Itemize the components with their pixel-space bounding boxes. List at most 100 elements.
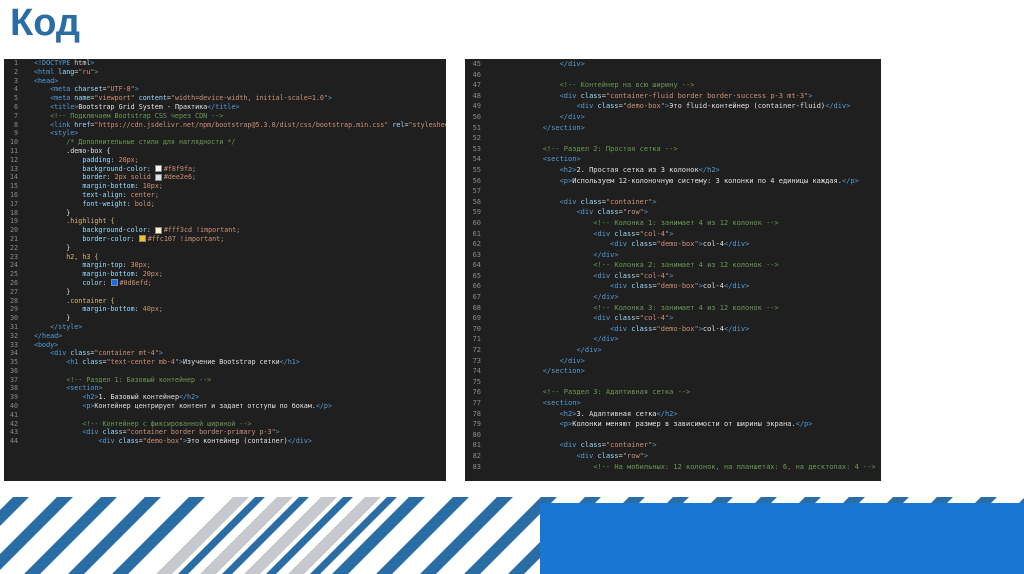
code-line[interactable]: 27 } xyxy=(4,288,446,297)
code-line[interactable]: 49 <div class="demo-box">Это fluid-конте… xyxy=(465,101,881,112)
line-number: 64 xyxy=(472,261,481,270)
code-line[interactable]: 28 .container { xyxy=(4,297,446,306)
code-line[interactable]: 80 xyxy=(465,430,881,441)
code-line[interactable]: 55 <h2>2. Простая сетка из 3 колонок</h2… xyxy=(465,165,881,176)
code-line[interactable]: 35 <h1 class="text-center mb-4">Изучение… xyxy=(4,358,446,367)
code-line[interactable]: 50 </div> xyxy=(465,112,881,123)
code-line[interactable]: 38 <section> xyxy=(4,384,446,393)
code-line[interactable]: 11 .demo-box { xyxy=(4,147,446,156)
code-line[interactable]: 16 text-align: center; xyxy=(4,191,446,200)
code-editor-right[interactable]: 45 </div> 46 47 <!-- Контейнер на всю шири… xyxy=(465,59,881,481)
code-line[interactable]: 40 <p>Контейнер центрирует контент и зад… xyxy=(4,402,446,411)
line-number: 8 xyxy=(13,120,18,129)
code-line[interactable]: 67 </div> xyxy=(465,292,881,303)
code-line[interactable]: 74 </section> xyxy=(465,366,881,377)
code-editor-left[interactable]: 1 <!DOCTYPE html> 2 <html lang="ru"> 3 <head>… xyxy=(4,59,446,481)
code-line[interactable]: 39 <h2>1. Базовый контейнер</h2> xyxy=(4,393,446,402)
line-number: 28 xyxy=(9,296,18,305)
code-text: <head> xyxy=(34,76,59,85)
code-line[interactable]: 23 h2, h3 { xyxy=(4,253,446,262)
code-line[interactable]: 69 <div class="col-4"> xyxy=(465,313,881,324)
code-text: <div class="col-4"> xyxy=(593,314,674,323)
code-line[interactable]: 33 <body> xyxy=(4,341,446,350)
code-line[interactable]: 82 <div class="row"> xyxy=(465,451,881,462)
code-line[interactable]: 10 /* Дополнительные стили для нагляднос… xyxy=(4,138,446,147)
code-line[interactable]: 42 <!-- Контейнер с фиксированной ширино… xyxy=(4,420,446,429)
code-line[interactable]: 21 border-color: #ffc107 !important; xyxy=(4,235,446,244)
code-line[interactable]: 41 xyxy=(4,411,446,420)
code-line[interactable]: 47 <!-- Контейнер на всю ширину --> xyxy=(465,80,881,91)
line-number: 52 xyxy=(472,134,481,143)
code-text: font-weight: bold; xyxy=(82,199,155,208)
code-line[interactable]: 68 <!-- Колонка 3: занимает 4 из 12 коло… xyxy=(465,303,881,314)
code-line[interactable]: 44 <div class="demo-box">Это контейнер (… xyxy=(4,437,446,446)
code-line[interactable]: 56 <p>Используем 12-колоночную систему: … xyxy=(465,176,881,187)
code-line[interactable]: 73 </div> xyxy=(465,356,881,367)
code-line[interactable]: 31 </style> xyxy=(4,323,446,332)
code-line[interactable]: 64 <!-- Колонка 2: занимает 4 из 12 коло… xyxy=(465,260,881,271)
code-line[interactable]: 2 <html lang="ru"> xyxy=(4,68,446,77)
code-line[interactable]: 83 <!-- На мобильных: 12 колонок, на пла… xyxy=(465,462,881,473)
code-line[interactable]: 18 } xyxy=(4,209,446,218)
code-line[interactable]: 59 <div class="row"> xyxy=(465,207,881,218)
code-line[interactable]: 29 margin-bottom: 40px; xyxy=(4,305,446,314)
code-line[interactable]: 15 margin-bottom: 10px; xyxy=(4,182,446,191)
code-line[interactable]: 6 <title>Bootstrap Grid System - Практик… xyxy=(4,103,446,112)
code-line[interactable]: 62 <div class="demo-box">col-4</div> xyxy=(465,239,881,250)
code-line[interactable]: 5 <meta name="viewport" content="width=d… xyxy=(4,94,446,103)
code-line[interactable]: 7 <!-- Подключаем Bootstrap CSS через CD… xyxy=(4,112,446,121)
code-line[interactable]: 1 <!DOCTYPE html> xyxy=(4,59,446,68)
solid-blue-block xyxy=(540,503,1024,574)
code-line[interactable]: 77 <section> xyxy=(465,398,881,409)
code-line[interactable]: 72 </div> xyxy=(465,345,881,356)
code-line[interactable]: 57 xyxy=(465,186,881,197)
code-text: padding: 20px; xyxy=(82,155,139,164)
code-line[interactable]: 65 <div class="col-4"> xyxy=(465,271,881,282)
line-number: 83 xyxy=(472,462,481,471)
code-line[interactable]: 43 <div class="container border border-p… xyxy=(4,428,446,437)
code-line[interactable]: 12 padding: 20px; xyxy=(4,156,446,165)
code-line[interactable]: 45 </div> xyxy=(465,59,881,70)
code-line[interactable]: 75 xyxy=(465,377,881,388)
code-line[interactable]: 32 </head> xyxy=(4,332,446,341)
code-line[interactable]: 30 } xyxy=(4,314,446,323)
code-line[interactable]: 63 </div> xyxy=(465,250,881,261)
code-line[interactable]: 51 </section> xyxy=(465,123,881,134)
code-line[interactable]: 46 xyxy=(465,70,881,81)
code-line[interactable]: 60 <!-- Колонка 1: занимает 4 из 12 коло… xyxy=(465,218,881,229)
code-line[interactable]: 26 color: #0d6efd; xyxy=(4,279,446,288)
code-line[interactable]: 76 <!-- Раздел 3: Адаптивная сетка --> xyxy=(465,387,881,398)
code-line[interactable]: 66 <div class="demo-box">col-4</div> xyxy=(465,281,881,292)
code-line[interactable]: 17 font-weight: bold; xyxy=(4,200,446,209)
code-line[interactable]: 78 <h2>3. Адаптивная сетка</h2> xyxy=(465,409,881,420)
code-text: </div> xyxy=(593,335,619,344)
code-line[interactable]: 14 border: 2px solid #dee2e6; xyxy=(4,173,446,182)
code-line[interactable]: 53 <!-- Раздел 2: Простая сетка --> xyxy=(465,144,881,155)
code-line[interactable]: 54 <section> xyxy=(465,154,881,165)
code-line[interactable]: 25 margin-bottom: 20px; xyxy=(4,270,446,279)
code-line[interactable]: 4 <meta charset="UTF-8"> xyxy=(4,85,446,94)
code-line[interactable]: 3 <head> xyxy=(4,77,446,86)
code-line[interactable]: 13 background-color: #f8f9fa; xyxy=(4,165,446,174)
code-line[interactable]: 8 <link href="https://cdn.jsdelivr.net/n… xyxy=(4,121,446,130)
code-line[interactable]: 19 .highlight { xyxy=(4,217,446,226)
code-line[interactable]: 70 <div class="demo-box">col-4</div> xyxy=(465,324,881,335)
code-text: text-align: center; xyxy=(82,190,159,199)
code-line[interactable]: 34 <div class="container mt-4"> xyxy=(4,349,446,358)
code-line[interactable]: 36 xyxy=(4,367,446,376)
code-line[interactable]: 61 <div class="col-4"> xyxy=(465,229,881,240)
code-line[interactable]: 52 xyxy=(465,133,881,144)
code-line[interactable]: 58 <div class="container"> xyxy=(465,197,881,208)
code-line[interactable]: 9 <style> xyxy=(4,129,446,138)
code-line[interactable]: 81 <div class="container"> xyxy=(465,440,881,451)
code-line[interactable]: 48 <div class="container-fluid border bo… xyxy=(465,91,881,102)
code-line[interactable]: 22 } xyxy=(4,244,446,253)
code-line[interactable]: 79 <p>Колонки меняют размер в зависимост… xyxy=(465,419,881,430)
code-line[interactable]: 71 </div> xyxy=(465,334,881,345)
code-line[interactable]: 24 margin-top: 30px; xyxy=(4,261,446,270)
code-text: </div> xyxy=(593,250,619,259)
code-line[interactable]: 37 <!-- Раздел 1: Базовый контейнер --> xyxy=(4,376,446,385)
code-text: </section> xyxy=(542,367,585,376)
code-line[interactable]: 20 background-color: #fff3cd !important; xyxy=(4,226,446,235)
code-text: <h2>2. Простая сетка из 3 колонок</h2> xyxy=(559,165,720,174)
